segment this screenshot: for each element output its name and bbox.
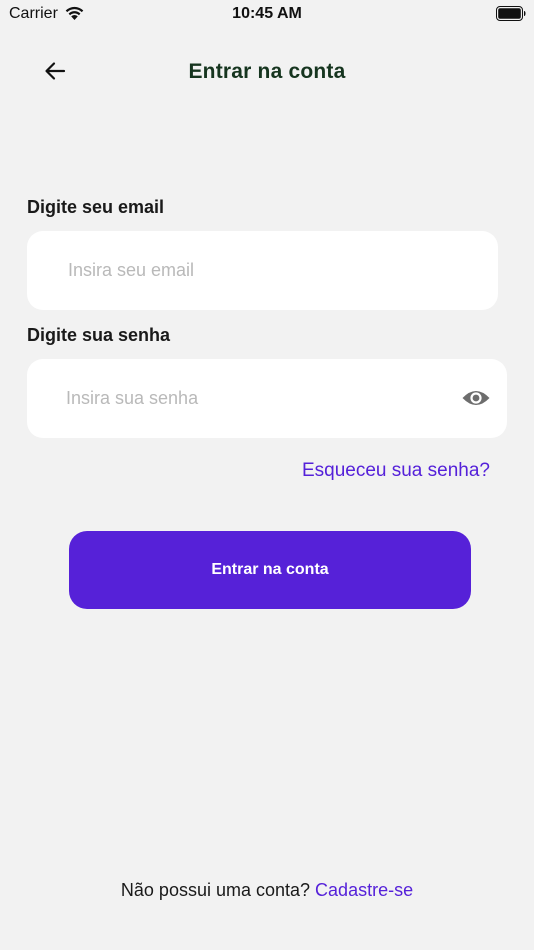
signup-link[interactable]: Cadastre-se xyxy=(315,880,413,900)
clock: 10:45 AM xyxy=(232,5,302,22)
password-label: Digite sua senha xyxy=(27,325,171,345)
password-field-container xyxy=(27,359,507,438)
status-bar: Carrier 10:45 AM xyxy=(0,0,534,30)
battery-icon xyxy=(496,6,526,21)
email-label: Digite seu email xyxy=(27,197,165,217)
email-input[interactable] xyxy=(27,231,498,310)
page-title: Entrar na conta xyxy=(188,60,346,83)
no-account-text: Não possui uma conta? xyxy=(120,880,311,900)
email-field-container xyxy=(27,231,498,310)
forgot-password-link[interactable]: Esqueceu sua senha? xyxy=(302,460,490,482)
signup-prompt: Não possui uma conta? Cadastre-se xyxy=(0,880,534,901)
password-input[interactable] xyxy=(27,359,507,438)
login-button[interactable]: Entrar na conta xyxy=(69,531,471,609)
eye-icon[interactable] xyxy=(461,386,491,410)
